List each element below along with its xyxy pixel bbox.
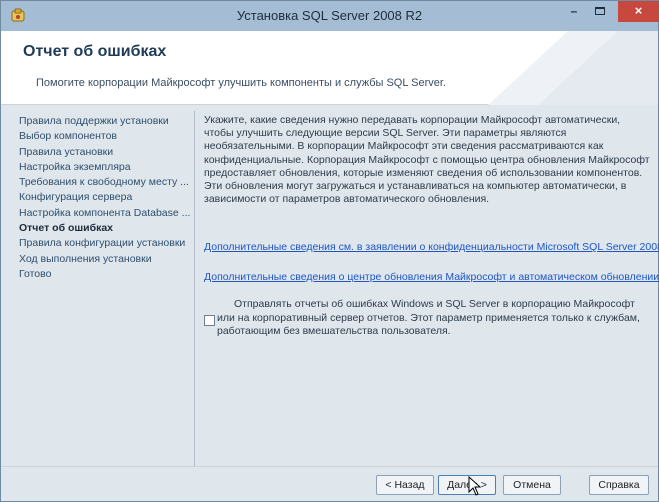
page-subtitle: Помогите корпорации Майкрософт улучшить …: [36, 77, 446, 89]
installer-window: Установка SQL Server 2008 R2 – × Отчет о…: [0, 0, 659, 502]
maximize-icon: [595, 7, 605, 15]
sidebar-item-installation-progress[interactable]: Ход выполнения установки: [14, 252, 196, 267]
cancel-button[interactable]: Отмена: [503, 475, 561, 495]
sidebar-item-feature-selection[interactable]: Выбор компонентов: [14, 129, 196, 144]
error-reporting-checkbox-label[interactable]: Отправлять отчеты об ошибках Windows и S…: [217, 298, 642, 339]
minimize-button[interactable]: –: [561, 1, 587, 22]
main-content: Укажите, какие сведения нужно передавать…: [204, 114, 659, 454]
error-reporting-checkbox[interactable]: [204, 315, 215, 326]
sidebar-item-installation-configuration-rules[interactable]: Правила конфигурации установки: [14, 236, 196, 251]
sidebar-item-disk-space-requirements[interactable]: Требования к свободному месту ...: [14, 175, 196, 190]
sidebar-item-complete[interactable]: Готово: [14, 267, 196, 282]
sidebar-item-server-configuration[interactable]: Конфигурация сервера: [14, 190, 196, 205]
header-decoration: [488, 31, 658, 105]
mouse-pointer-icon: [468, 476, 482, 496]
back-button[interactable]: < Назад: [376, 475, 434, 495]
sidebar-divider: [194, 111, 195, 466]
title-bar[interactable]: Установка SQL Server 2008 R2 – ×: [1, 1, 659, 31]
sidebar-item-installation-rules[interactable]: Правила установки: [14, 145, 196, 160]
microsoft-update-link[interactable]: Дополнительные сведения о центре обновле…: [204, 271, 659, 283]
setup-steps-nav: Правила поддержки установки Выбор компон…: [14, 114, 196, 464]
sidebar-item-database-engine-configuration[interactable]: Настройка компонента Database ...: [14, 206, 196, 221]
help-button[interactable]: Справка: [589, 475, 649, 495]
page-title: Отчет об ошибках: [23, 43, 167, 60]
sidebar-item-error-reporting[interactable]: Отчет об ошибках: [14, 221, 196, 236]
page-header: Отчет об ошибках Помогите корпорации Май…: [1, 31, 658, 105]
intro-text: Укажите, какие сведения нужно передавать…: [204, 114, 650, 206]
maximize-button[interactable]: [587, 1, 613, 22]
next-button[interactable]: Далее >: [438, 475, 496, 495]
privacy-statement-link[interactable]: Дополнительные сведения см. в заявлении …: [204, 241, 659, 253]
window-title: Установка SQL Server 2008 R2: [236, 8, 423, 23]
wizard-footer: < Назад Далее > Отмена Справка: [1, 466, 658, 501]
close-button[interactable]: ×: [618, 1, 659, 22]
sidebar-item-instance-configuration[interactable]: Настройка экземпляра: [14, 160, 196, 175]
sidebar-item-setup-support-rules[interactable]: Правила поддержки установки: [14, 114, 196, 129]
